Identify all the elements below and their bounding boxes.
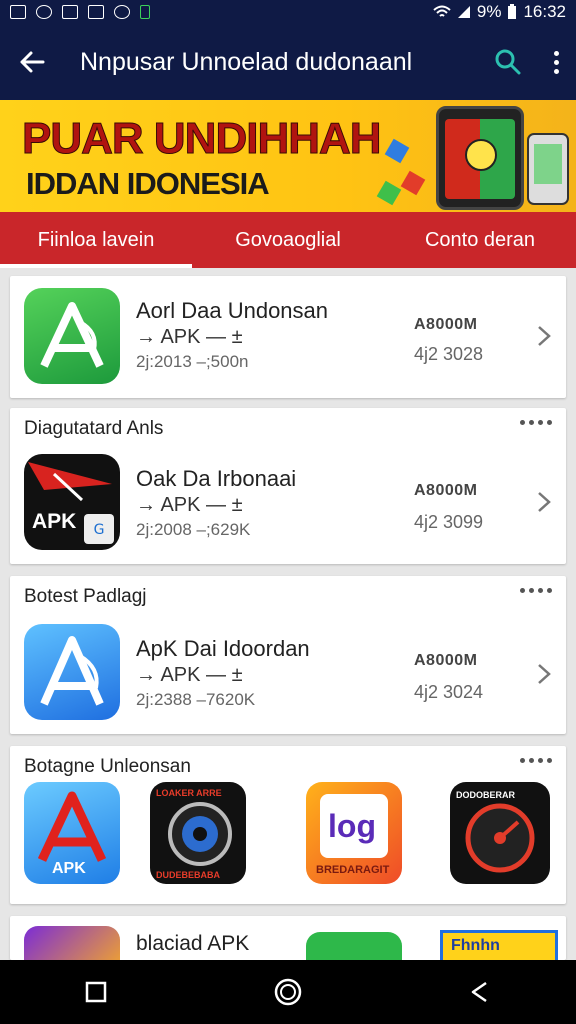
gmail-icon <box>62 5 78 19</box>
home-button[interactable] <box>258 962 318 1022</box>
recents-icon <box>85 981 107 1003</box>
search-button[interactable] <box>480 24 536 100</box>
app-name: blaciad APK <box>136 932 250 955</box>
gallery-speedometer-icon[interactable]: DODOBERAR <box>450 782 550 884</box>
page-title: Nnpusar Unnoelad dudonaanl <box>80 47 413 76</box>
recents-button[interactable] <box>66 962 126 1022</box>
section-title: Botagne Unleonsan <box>24 756 191 777</box>
gallery-apk-icon[interactable]: APK <box>24 782 120 884</box>
battery-percent: 9% <box>476 2 502 21</box>
app-bar: Nnpusar Unnoelad dudonaanl <box>0 24 576 100</box>
gallery-card: Botagne Unleonsan APK LOAKER ARRE DUDEBE… <box>10 746 566 904</box>
home-icon <box>274 978 302 1006</box>
clock: 16:32 <box>523 2 566 21</box>
signal-icon <box>457 6 470 18</box>
app-size: A8000M <box>414 316 478 333</box>
app-count: 4j2 3024 <box>414 682 484 702</box>
app-store-green-icon <box>24 288 120 384</box>
app-size: A8000M <box>414 652 478 669</box>
phone-illustration <box>436 106 524 210</box>
confetti-icon <box>400 170 426 196</box>
partial-app-row: blaciad APK Fhnhn <box>10 916 566 960</box>
app-count: 4j2 3099 <box>414 512 484 532</box>
gallery-log-icon[interactable]: log BREDARAGIT <box>306 782 402 884</box>
wifi-icon <box>433 5 451 17</box>
app-count: 4j2 3028 <box>414 344 484 364</box>
back-button[interactable] <box>0 24 64 100</box>
system-nav-bar <box>0 960 576 1024</box>
app-type: → APK — ± <box>136 326 243 348</box>
battery-saver-icon <box>140 5 150 19</box>
app-type: → APK — ± <box>136 664 243 686</box>
app-size: A8000M <box>414 482 478 499</box>
confetti-icon <box>384 138 410 164</box>
category-tabs: Fiinloa lavein Govoaoglial Conto deran <box>0 212 576 268</box>
small-phone-illustration <box>527 133 569 205</box>
more-options-button[interactable] <box>536 24 576 100</box>
tab-0[interactable]: Fiinloa lavein <box>0 212 192 268</box>
chevron-right-icon <box>538 326 551 346</box>
app-meta: 2j:2388 –7620K <box>136 690 256 709</box>
gallery-icon <box>10 5 26 19</box>
app-icon <box>36 5 52 19</box>
app-name: Oak Da Irbonaai <box>136 466 297 491</box>
more-horiz-icon <box>520 420 525 425</box>
confetti-icon <box>376 180 402 206</box>
app-store-blue-icon <box>24 624 120 720</box>
search-icon <box>495 49 521 75</box>
green-app-icon[interactable] <box>306 932 402 960</box>
tab-2[interactable]: Conto deran <box>384 212 576 268</box>
apk-red-icon: G APK <box>24 454 120 550</box>
nav-back-icon <box>471 981 487 1003</box>
svg-text:G: G <box>94 522 105 538</box>
messenger-icon <box>114 5 130 19</box>
more-vert-icon <box>553 50 559 56</box>
chevron-right-icon <box>538 492 551 512</box>
purple-app-icon[interactable] <box>24 926 120 960</box>
status-bar: 9% 16:32 <box>0 0 576 24</box>
section-card: Botest Padlagj ApK Dai Idoordan → APK — … <box>10 576 566 734</box>
back-arrow-icon <box>20 51 45 73</box>
mail-icon <box>88 5 104 19</box>
yellow-app-icon[interactable]: Fhnhn <box>440 930 558 960</box>
chevron-right-icon <box>538 664 551 684</box>
more-horiz-icon <box>520 758 525 763</box>
section-more-button[interactable] <box>520 588 552 593</box>
banner-subheadline: IDDAN IDONESIA <box>26 166 270 201</box>
app-meta: 2j:2008 –;629K <box>136 520 251 539</box>
banner-headline: PUAR UNDIHHAH <box>22 114 383 164</box>
section-card: Diagutatard Anls G APK Oak Da Irbonaai →… <box>10 408 566 564</box>
nav-back-button[interactable] <box>450 962 510 1022</box>
gallery-camera-icon[interactable]: LOAKER ARRE DUDEBEBABA <box>150 782 246 884</box>
app-type: → APK — ± <box>136 494 243 516</box>
more-horiz-icon <box>520 588 525 593</box>
app-name: Aorl Daa Undonsan <box>136 298 329 323</box>
section-title: Botest Padlagj <box>24 586 147 607</box>
promo-banner[interactable]: PUAR UNDIHHAH IDDAN IDONESIA <box>0 100 576 212</box>
battery-icon <box>508 4 517 19</box>
featured-app-card[interactable]: Aorl Daa Undonsan → APK — ± 2j:2013 –;50… <box>10 276 566 398</box>
system-status: 9% 16:32 <box>433 2 566 22</box>
section-more-button[interactable] <box>520 420 552 425</box>
tab-1[interactable]: Govoaoglial <box>192 212 384 268</box>
notification-icons <box>10 5 150 19</box>
apk-icon-label: APK <box>32 510 77 533</box>
section-title: Diagutatard Anls <box>24 418 164 439</box>
app-meta: 2j:2013 –;500n <box>136 352 249 371</box>
app-name: ApK Dai Idoordan <box>136 636 310 661</box>
section-more-button[interactable] <box>520 758 552 763</box>
